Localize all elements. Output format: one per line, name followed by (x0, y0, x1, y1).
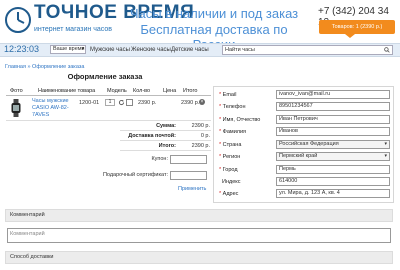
nav-link-kids[interactable]: Детские часы (171, 47, 209, 53)
shipping-value: 0 р. (200, 133, 210, 139)
column-header-price: Цена (163, 88, 177, 94)
email-field[interactable]: ivanov_ivan@mail.ru (276, 90, 390, 99)
address-label: * Адрес (219, 191, 239, 197)
postcode-label: Индекс (222, 179, 241, 185)
product-price: 2390 р. (138, 100, 157, 106)
product-total: 2390 р. (181, 100, 200, 106)
country-select[interactable]: Российская Федерация ▾ (276, 140, 390, 149)
column-header-qty: Кол-во (133, 88, 151, 94)
watch-photo-icon[interactable] (10, 99, 22, 117)
region-select[interactable]: Пермский край ▾ (276, 152, 390, 161)
column-header-model: Модель (107, 88, 127, 94)
gift-certificate-input[interactable] (170, 171, 207, 180)
clock-logo-icon[interactable] (4, 6, 32, 34)
summary-divider (120, 150, 211, 151)
caret-down-icon: ▾ (384, 141, 387, 147)
timezone-select[interactable]: Ваше время ▾ (50, 45, 86, 54)
product-model: 1200-01 (79, 100, 100, 106)
page-title: Оформление заказа (67, 72, 143, 81)
promo-line-1: Часы в наличии и под заказ (129, 6, 299, 21)
summary-divider (120, 130, 211, 131)
postcode-field[interactable]: 614000 (276, 177, 390, 186)
site-header: ТОЧНОЕ ВРЕМЯ интернет магазин часов Часы… (0, 0, 400, 52)
region-select-value: Пермский край (279, 153, 318, 159)
search-icon[interactable] (384, 47, 390, 53)
shipping-label: Доставка почтой: (128, 133, 176, 139)
phone-field[interactable]: 89501234567 (276, 102, 390, 111)
country-select-value: Российская Федерация (279, 141, 339, 147)
caret-down-icon: ▾ (81, 46, 84, 52)
column-header-photo: Фото (10, 88, 23, 94)
city-label: * Город (219, 167, 238, 173)
nav-link-womens[interactable]: Женские часы (131, 47, 171, 53)
cart-pointer (345, 34, 355, 38)
quantity-input[interactable]: 1 (105, 99, 115, 106)
timezone-select-value: Ваше время (53, 46, 85, 52)
delivery-section-header[interactable]: Способ доставки (5, 251, 393, 264)
search-input[interactable]: Найти часы (222, 45, 393, 55)
logo-tagline: интернет магазин часов (34, 26, 112, 33)
apply-button[interactable]: Применить (178, 186, 206, 192)
cart-label: Товаров: 1 (2390 р.) (331, 24, 383, 30)
local-clock: 12:23:03 (4, 44, 40, 54)
country-label: * Страна (219, 142, 242, 148)
remove-icon[interactable]: × (199, 99, 205, 105)
breadcrumb[interactable]: Главная » Оформление заказа (5, 64, 84, 70)
comment-section-header: Комментарий (5, 209, 393, 222)
product-name-link[interactable]: Часы мужские CASIO AW-82-7AVES (32, 98, 80, 119)
grand-total-label: Итого: (158, 143, 176, 149)
coupon-label: Купон: (151, 156, 168, 162)
gift-certificate-label: Подарочный сертификат: (102, 172, 168, 178)
address-field[interactable]: ул. Мира, д. 123 А, кв. 4 (276, 189, 390, 198)
subtotal-label: Сумма: (156, 123, 176, 129)
column-header-total: Итого (183, 88, 198, 94)
region-label: * Регион (219, 154, 241, 160)
search-placeholder: Найти часы (225, 47, 255, 53)
coupon-input[interactable] (170, 155, 207, 164)
last-name-field[interactable]: Иванов (276, 127, 390, 136)
subtotal-value: 2390 р. (191, 123, 210, 129)
select-item-checkbox[interactable] (126, 99, 133, 106)
summary-divider (120, 140, 211, 141)
refresh-icon[interactable] (118, 99, 125, 106)
last-name-label: * Фамилия (219, 129, 247, 135)
email-label: * Email (219, 92, 237, 98)
city-field[interactable]: Пермь (276, 165, 390, 174)
first-name-label: * Имя, Отчество (219, 117, 261, 123)
first-name-field[interactable]: Иван Петрович (276, 115, 390, 124)
nav-link-mens[interactable]: Мужские часы (90, 47, 130, 53)
table-header-divider (6, 95, 211, 96)
phone-label: * Телефон (219, 104, 246, 110)
comment-textarea[interactable]: Комментарий (7, 228, 391, 243)
caret-down-icon: ▾ (384, 153, 387, 159)
column-header-name: Наименование товара (38, 88, 96, 94)
cart-button[interactable]: Товаров: 1 (2390 р.) (319, 20, 395, 34)
product-row-divider (6, 120, 211, 121)
grand-total-value: 2390 р. (191, 143, 210, 149)
